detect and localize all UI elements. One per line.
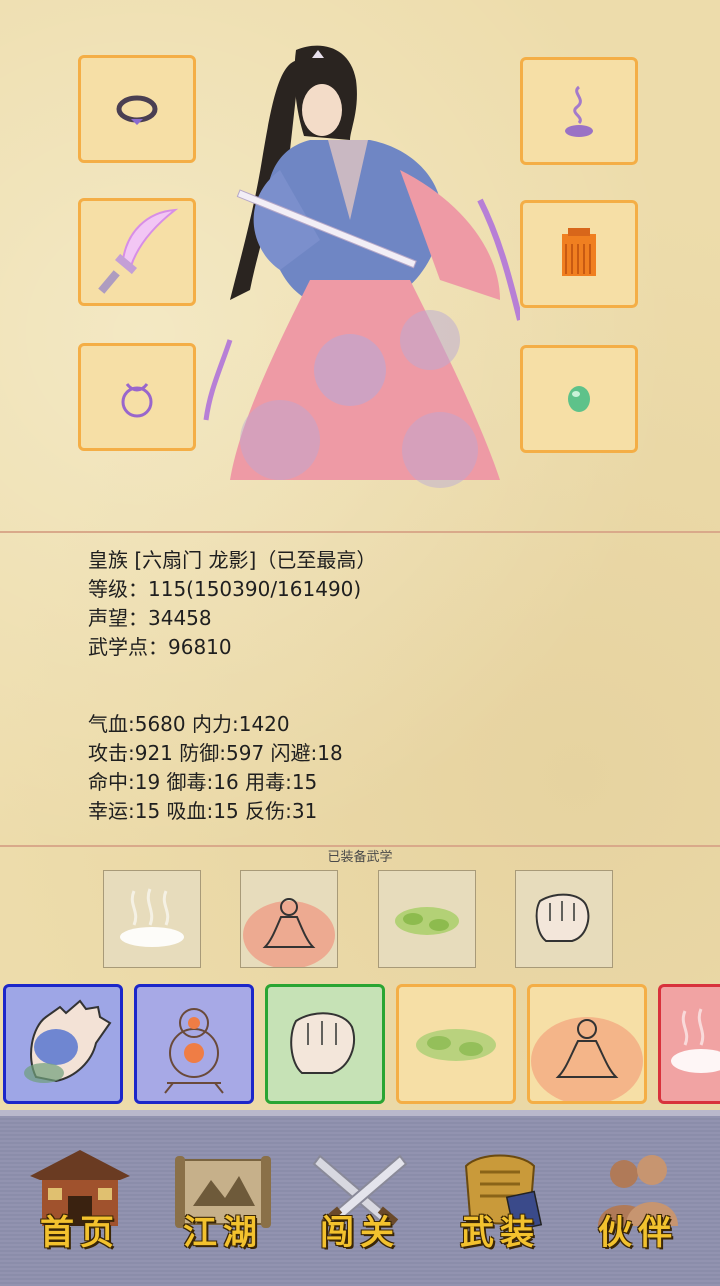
equip-slot-armor[interactable]	[520, 200, 638, 308]
nav-home-label: 首页	[40, 1213, 120, 1253]
jade-icon	[568, 386, 590, 412]
meditation-icon	[243, 898, 335, 969]
equip-slot-incense[interactable]	[520, 57, 638, 165]
mist-icon	[671, 1008, 720, 1073]
equipped-martial-label: 已装备武学	[327, 850, 393, 865]
ring-icon	[116, 95, 158, 125]
stats-line-1: 气血:5680 内力:1420	[88, 712, 290, 736]
equip-slot-sword[interactable]	[78, 198, 196, 306]
stats-line-3: 命中:19 御毒:16 用毒:15	[88, 770, 318, 794]
nav-home[interactable]: 首页	[20, 1136, 140, 1266]
fist-icon	[290, 1012, 355, 1074]
equip-slot-bracelet[interactable]	[78, 343, 196, 451]
stats-line-2: 攻击:921 防御:597 闪避:18	[88, 741, 343, 765]
skill-slot-meditation[interactable]	[527, 984, 647, 1105]
nav-jianghu[interactable]: 江湖	[163, 1136, 283, 1266]
equip-slot-jade[interactable]	[520, 345, 638, 453]
skill-slot-fist[interactable]	[265, 984, 385, 1104]
gourd-icon	[164, 1008, 224, 1094]
mist-icon	[120, 888, 184, 947]
character-info: 皇族 [六扇门 龙影]（已至最高） 等级：115(150390/161490) …	[88, 546, 376, 662]
palm-icon	[24, 999, 112, 1083]
skill-slot-palm[interactable]	[3, 984, 123, 1104]
character-title: 皇族 [六扇门 龙影]（已至最高）	[88, 548, 377, 572]
equipped-skill-mist[interactable]	[103, 870, 201, 968]
equipped-skill-meditation[interactable]	[240, 870, 338, 969]
bottom-nav: 首页 江湖 闯关 武装 伙伴	[0, 1110, 720, 1286]
section-divider	[0, 531, 720, 533]
nav-gear-label: 武装	[460, 1213, 540, 1253]
equipped-skill-fist[interactable]	[515, 870, 613, 968]
character-fame: 声望：34458	[88, 606, 212, 630]
character-portrait	[203, 45, 520, 488]
bracelet-icon	[121, 383, 153, 418]
nav-gear[interactable]: 武装	[440, 1136, 560, 1266]
equip-slot-ring[interactable]	[78, 55, 196, 163]
armor-icon	[562, 228, 596, 276]
nav-partner[interactable]: 伙伴	[578, 1136, 698, 1266]
character-stats: 气血:5680 内力:1420 攻击:921 防御:597 闪避:18 命中:1…	[88, 710, 343, 826]
sword-icon	[98, 208, 179, 294]
moss-icon	[395, 907, 459, 935]
character-level: 等级：115(150390/161490)	[88, 577, 362, 601]
nav-jianghu-label: 江湖	[183, 1213, 263, 1253]
skill-slot-mist[interactable]	[658, 984, 720, 1104]
nav-challenge[interactable]: 闯关	[300, 1136, 420, 1266]
nav-partner-label: 伙伴	[598, 1213, 678, 1253]
skill-slot-gourd[interactable]	[134, 984, 254, 1104]
character-points: 武学点：96810	[88, 635, 232, 659]
nav-challenge-label: 闯关	[320, 1213, 400, 1253]
incense-icon	[565, 85, 593, 137]
moss-icon	[416, 1029, 496, 1061]
skill-slot-moss[interactable]	[396, 984, 516, 1104]
fist-icon	[535, 893, 590, 942]
meditation-icon	[531, 1017, 643, 1105]
stats-line-4: 幸运:15 吸血:15 反伤:31	[88, 799, 318, 823]
equipped-skill-moss[interactable]	[378, 870, 476, 968]
